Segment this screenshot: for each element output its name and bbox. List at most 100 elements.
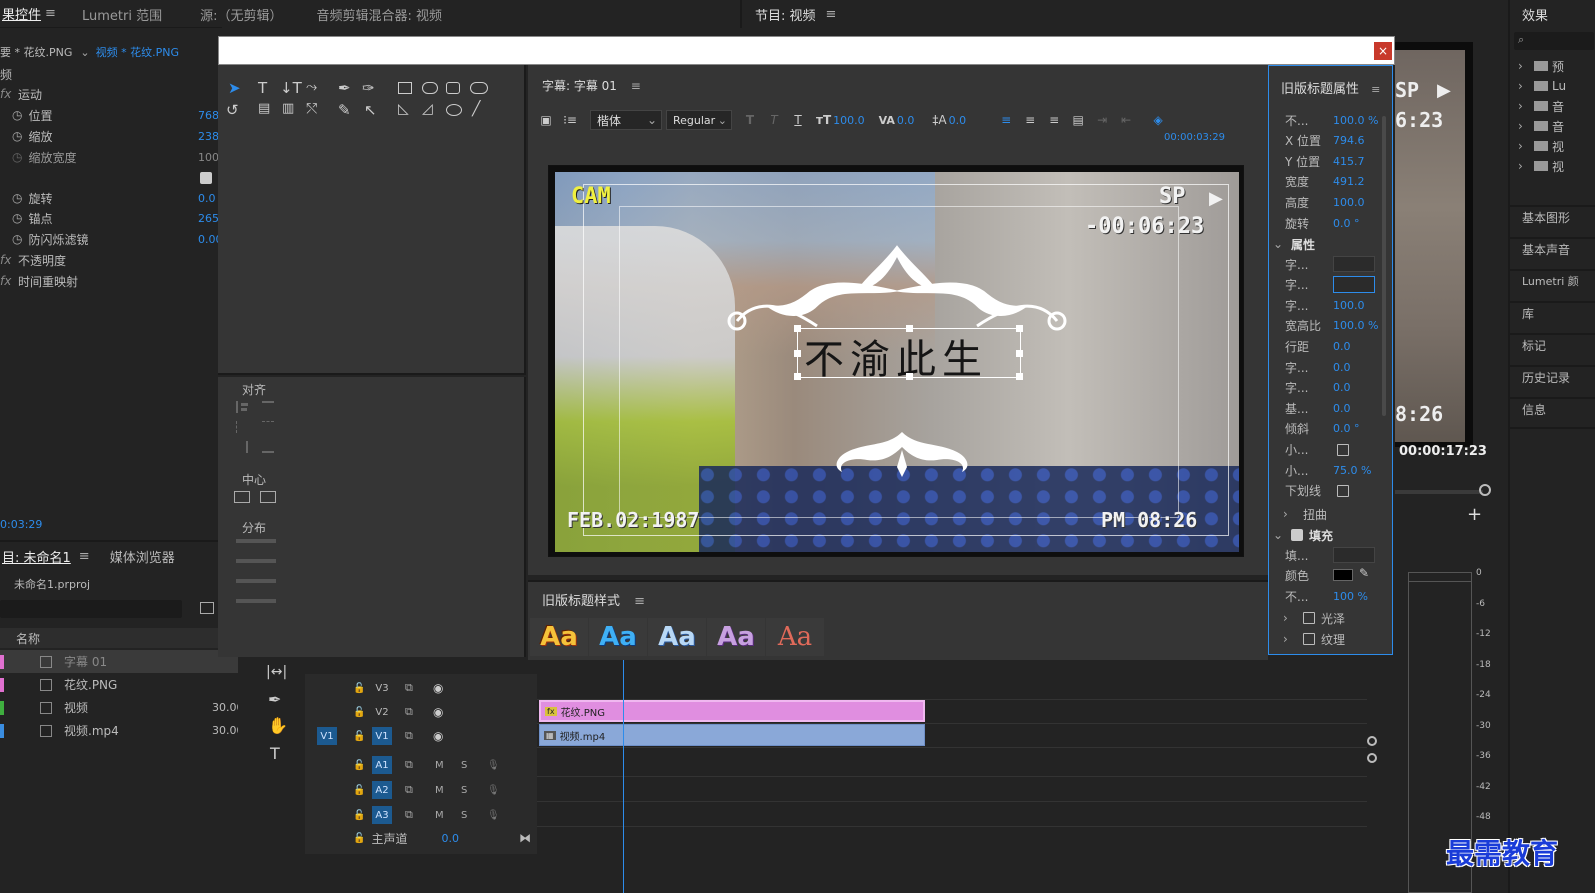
- pen-tool-icon[interactable]: ✒: [268, 690, 281, 709]
- leading-value[interactable]: 0.0: [949, 114, 967, 127]
- close-button[interactable]: ×: [1374, 42, 1392, 60]
- property-row[interactable]: 不... 100 %: [1269, 586, 1394, 606]
- track-name[interactable]: A3: [372, 806, 392, 824]
- select-tool-icon[interactable]: ➤: [228, 79, 241, 97]
- track-lane[interactable]: [537, 776, 1367, 777]
- tab-media-browser[interactable]: 媒体浏览器: [110, 547, 175, 566]
- align-right-icon[interactable]: [236, 441, 248, 453]
- zoom-scroll-bar[interactable]: [1395, 490, 1483, 494]
- property-row[interactable]: 小...: [1269, 439, 1394, 459]
- ripple-edit-icon[interactable]: |↔|: [266, 664, 287, 680]
- effects-tree-item[interactable]: › 音: [1518, 96, 1595, 116]
- property-row[interactable]: 行距 0.0: [1269, 336, 1394, 356]
- uniform-scale-checkbox[interactable]: [200, 172, 212, 184]
- timeline-scroll-handle-top[interactable]: [1367, 736, 1377, 746]
- track-name[interactable]: V1: [372, 727, 392, 745]
- clip-mp4[interactable]: ▦ 视频.mp4: [539, 724, 925, 746]
- solo-button[interactable]: S: [461, 810, 467, 821]
- tab-audio-clip-mixer[interactable]: 音频剪辑混合器: 视频: [305, 5, 455, 24]
- track-name[interactable]: A2: [372, 781, 392, 799]
- add-anchor-tool-icon[interactable]: ✎: [338, 101, 351, 119]
- align-left-text-icon[interactable]: ≡: [994, 110, 1018, 130]
- effects-search[interactable]: ⌕: [1514, 32, 1594, 50]
- align-center-text-icon[interactable]: ≡: [1018, 110, 1042, 130]
- lock-icon[interactable]: 🔓: [353, 833, 365, 844]
- mic-icon[interactable]: 🎙: [487, 810, 500, 821]
- property-row[interactable]: 不... 100.0 %: [1269, 110, 1394, 130]
- eyedropper-icon[interactable]: ✎: [1359, 566, 1369, 580]
- scale-row[interactable]: ◷ 缩放 238.: [0, 126, 222, 146]
- underline-icon[interactable]: T: [786, 110, 810, 130]
- font-family-dropdown[interactable]: [1333, 256, 1375, 272]
- property-row[interactable]: 填...: [1269, 545, 1394, 565]
- mic-icon[interactable]: 🎙: [487, 785, 500, 796]
- tab-effect-controls[interactable]: 果控件: [0, 4, 41, 23]
- panel-lumetri-color[interactable]: Lumetri 颜: [1510, 269, 1595, 301]
- sync-lock-icon[interactable]: ⧉: [405, 808, 413, 822]
- show-background-icon[interactable]: ◈: [1146, 110, 1170, 130]
- stopwatch-icon[interactable]: ◷: [12, 232, 22, 246]
- sheen-checkbox[interactable]: [1303, 612, 1315, 624]
- track-lane[interactable]: [537, 801, 1367, 802]
- list-item[interactable]: 花纹.PNG: [0, 673, 238, 696]
- mute-button[interactable]: M: [435, 760, 444, 771]
- menu-icon[interactable]: ≡: [826, 7, 837, 22]
- sheen-row[interactable]: › 光泽: [1283, 608, 1345, 628]
- menu-icon[interactable]: ≡: [631, 79, 641, 93]
- lock-icon[interactable]: 🔓: [353, 785, 365, 796]
- property-value[interactable]: 0.0: [1333, 361, 1351, 374]
- property-value[interactable]: 415.7: [1333, 155, 1365, 168]
- program-timecode[interactable]: 00:00:17:23: [1399, 444, 1487, 459]
- property-row[interactable]: 小... 75.0 %: [1269, 460, 1394, 480]
- chevron-down-icon[interactable]: ⌄: [80, 46, 89, 59]
- font-style-dropdown[interactable]: [1333, 276, 1375, 293]
- selection-handle[interactable]: [906, 373, 913, 380]
- position-row[interactable]: ◷ 位置 768.: [0, 105, 222, 125]
- vertical-path-type-tool-icon[interactable]: ⤲: [306, 101, 317, 117]
- sync-lock-icon[interactable]: ⧉: [405, 681, 413, 695]
- type-tool-icon[interactable]: T: [270, 744, 280, 763]
- font-style-select[interactable]: Regular ⌄: [666, 110, 732, 130]
- mute-button[interactable]: M: [435, 810, 444, 821]
- kerning-value[interactable]: 0.0: [897, 114, 915, 127]
- sync-lock-icon[interactable]: ⧉: [405, 758, 413, 772]
- outdent-icon[interactable]: ⇤: [1114, 110, 1138, 130]
- effect-timecode[interactable]: 0:03:29: [0, 518, 42, 531]
- mic-icon[interactable]: 🎙: [487, 760, 500, 771]
- style-swatch[interactable]: Aa: [766, 618, 824, 656]
- effects-tree-item[interactable]: › 视: [1518, 136, 1595, 156]
- master-value[interactable]: 0.0: [441, 832, 459, 845]
- lock-icon[interactable]: 🔓: [353, 760, 365, 771]
- underline-checkbox[interactable]: [1337, 485, 1349, 497]
- property-value[interactable]: 100.0 %: [1333, 114, 1378, 127]
- clip-png[interactable]: fx 花纹.PNG: [539, 700, 925, 722]
- property-value[interactable]: 0.0: [1333, 340, 1351, 353]
- rotation-row[interactable]: ◷ 旋转 0.0: [0, 188, 222, 208]
- end-icon[interactable]: ⧓: [519, 831, 531, 845]
- clip-sequence-label[interactable]: 视频 * 花纹.PNG: [96, 44, 179, 60]
- bold-icon[interactable]: T: [738, 110, 762, 130]
- justify-icon[interactable]: ▤: [1066, 110, 1090, 130]
- vertical-area-type-tool-icon[interactable]: ▥: [282, 101, 294, 116]
- ellipse-tool-icon[interactable]: [446, 104, 462, 116]
- rounded-corner-tool-icon[interactable]: [470, 82, 488, 94]
- source-patch[interactable]: V1: [317, 727, 337, 745]
- panel-essential-sound[interactable]: 基本声音: [1510, 237, 1595, 269]
- property-value[interactable]: 75.0 %: [1333, 464, 1371, 477]
- style-swatch[interactable]: Aa: [589, 618, 647, 656]
- program-monitor-title[interactable]: 节目: 视频: [755, 5, 816, 24]
- properties-scrollbar[interactable]: [1382, 116, 1386, 416]
- selection-handle[interactable]: [906, 325, 913, 332]
- project-search-input[interactable]: [0, 600, 182, 618]
- rounded-rect-tool-icon[interactable]: [422, 82, 438, 94]
- property-row[interactable]: 基... 0.0: [1269, 398, 1394, 418]
- lock-icon[interactable]: 🔓: [353, 731, 365, 742]
- color-swatch[interactable]: [1333, 569, 1353, 581]
- property-row[interactable]: 字...lar: [1269, 275, 1394, 295]
- property-row[interactable]: X 位置 794.6: [1269, 131, 1394, 151]
- chevron-right-icon[interactable]: ›: [1287, 214, 1292, 228]
- property-value[interactable]: 491.2: [1333, 175, 1365, 188]
- clip-source-label[interactable]: 要 * 花纹.PNG: [0, 44, 72, 60]
- property-row[interactable]: Y 位置 415.7: [1269, 151, 1394, 171]
- title-canvas[interactable]: CAM SP ▶ -00:06:23 FEB.02:1987 PM 08:26: [548, 165, 1244, 557]
